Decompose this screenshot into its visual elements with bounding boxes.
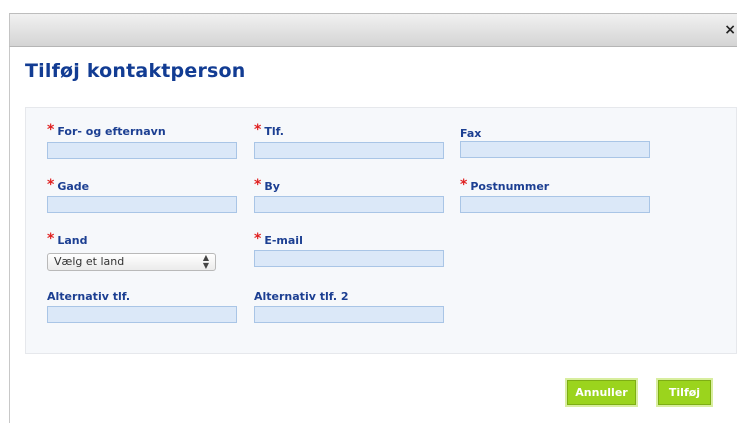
fax-label: Fax: [460, 127, 482, 140]
dialog-titlebar: ×: [9, 13, 737, 47]
required-mark: *: [47, 177, 55, 193]
street-label: * Gade: [47, 177, 90, 193]
country-select[interactable]: Vælg et land ▲ ▼: [47, 253, 216, 271]
email-input[interactable]: [254, 250, 444, 267]
cancel-button[interactable]: Annuller: [567, 380, 636, 405]
alt-phone2-input[interactable]: [254, 306, 444, 323]
alt-phone-input[interactable]: [47, 306, 237, 323]
fax-input[interactable]: [460, 141, 650, 158]
name-input[interactable]: [47, 142, 237, 159]
phone-input[interactable]: [254, 142, 444, 159]
dialog-border: [9, 47, 10, 423]
dialog-title: Tilføj kontaktperson: [25, 60, 246, 82]
phone-label: * Tlf.: [254, 122, 284, 138]
postal-input[interactable]: [460, 196, 650, 213]
close-icon[interactable]: ×: [724, 23, 736, 37]
select-arrows-icon: ▲ ▼: [202, 253, 209, 270]
city-label: * By: [254, 177, 280, 193]
postal-label: * Postnummer: [460, 177, 550, 193]
street-input[interactable]: [47, 196, 237, 213]
city-input[interactable]: [254, 196, 444, 213]
required-mark: *: [254, 177, 262, 193]
email-label: * E-mail: [254, 231, 303, 247]
required-mark: *: [460, 177, 468, 193]
country-select-value: Vælg et land: [54, 255, 125, 268]
alt-phone2-label: Alternativ tlf. 2: [254, 290, 349, 303]
required-mark: *: [254, 231, 262, 247]
required-mark: *: [254, 122, 262, 138]
required-mark: *: [47, 122, 55, 138]
required-mark: *: [47, 231, 55, 247]
add-button[interactable]: Tilføj: [658, 380, 711, 405]
alt-phone-label: Alternativ tlf.: [47, 290, 131, 303]
country-label: * Land: [47, 231, 88, 247]
name-label: * For- og efternavn: [47, 122, 166, 138]
